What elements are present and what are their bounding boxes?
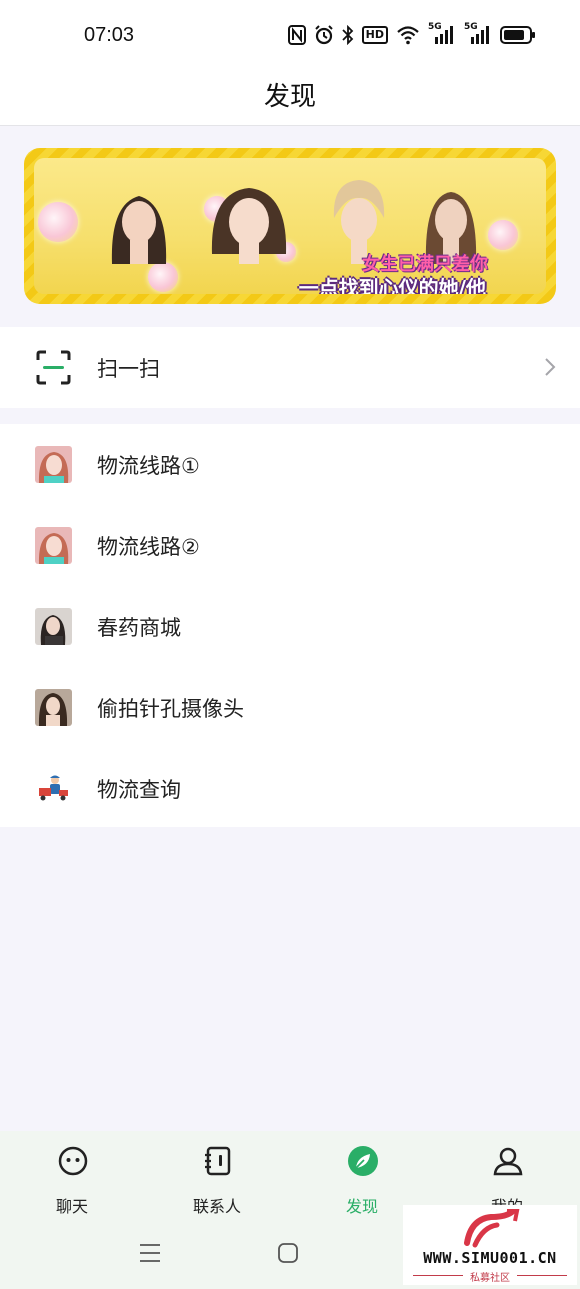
avatar-icon <box>35 608 72 645</box>
list-item[interactable]: 物流线路② <box>0 505 580 586</box>
page-title: 发现 <box>263 82 316 112</box>
banner-image: 女生已满只差你 一点找到心仪的她/他 <box>34 158 546 294</box>
5g-signal-icon: 5G <box>428 22 456 46</box>
list-item[interactable]: 春药商城 <box>0 586 580 667</box>
scan-label: 扫一扫 <box>97 356 160 381</box>
watermark: WWW.SIMU001.CN 私募社区 <box>403 1205 577 1285</box>
bubble-decoration <box>148 262 178 292</box>
list-item-label: 物流查询 <box>97 777 181 802</box>
banner-subline: 一点找到心仪的她/他 <box>298 276 486 294</box>
status-time: 07:03 <box>84 24 135 46</box>
hd-icon: HD <box>361 24 388 46</box>
bubble-decoration <box>38 202 78 242</box>
chat-icon <box>58 1146 88 1176</box>
list-item[interactable]: 偷拍针孔摄像头 <box>0 667 580 748</box>
tab-discover[interactable]: 发现 <box>307 1131 417 1221</box>
bubble-decoration <box>488 220 518 250</box>
battery-icon <box>500 24 536 46</box>
network-label: 5G <box>464 22 478 32</box>
nfc-icon <box>287 24 306 46</box>
portrait-image <box>111 196 167 264</box>
list-item-label: 春药商城 <box>97 615 181 640</box>
hd-label: HD <box>361 26 388 44</box>
avatar-icon <box>35 446 72 483</box>
portrait-image <box>211 188 287 264</box>
tab-label: 联系人 <box>192 1197 241 1216</box>
scan-section: 扫一扫 <box>0 327 580 408</box>
tab-label: 聊天 <box>55 1197 88 1216</box>
list-item[interactable]: 物流线路① <box>0 424 580 505</box>
scan-row[interactable]: 扫一扫 <box>0 327 580 408</box>
tab-chat[interactable]: 聊天 <box>17 1131 127 1221</box>
discover-list: 物流线路① 物流线路② 春药商城 偷拍针孔摄像头 物流查询 <box>0 424 580 827</box>
avatar-icon <box>35 689 72 726</box>
bluetooth-icon <box>342 24 354 46</box>
list-item-label: 物流线路② <box>97 534 200 559</box>
discover-icon <box>348 1146 378 1176</box>
5g-signal-icon: 5G <box>464 22 492 46</box>
scan-icon <box>35 349 72 386</box>
watermark-sub: 私募社区 <box>470 1273 510 1284</box>
list-item-label: 偷拍针孔摄像头 <box>97 696 244 721</box>
home-icon[interactable] <box>278 1243 298 1263</box>
tab-label: 发现 <box>345 1197 378 1216</box>
divider <box>517 1275 567 1276</box>
watermark-site: WWW.SIMU001.CN <box>423 1249 557 1267</box>
chevron-right-icon <box>545 358 556 376</box>
alarm-icon <box>314 24 334 46</box>
tab-contacts[interactable]: 联系人 <box>162 1131 272 1221</box>
list-item[interactable]: 物流查询 <box>0 748 580 829</box>
status-bar: 07:03 HD 5G 5G <box>0 0 580 70</box>
nav-bar: 发现 <box>0 70 580 126</box>
watermark-logo <box>464 1209 520 1248</box>
network-label: 5G <box>428 22 442 32</box>
promo-banner[interactable]: 女生已满只差你 一点找到心仪的她/他 <box>24 148 556 304</box>
delivery-icon <box>35 770 72 807</box>
list-item-label: 物流线路① <box>97 453 200 478</box>
contacts-icon <box>205 1146 231 1176</box>
menu-icon[interactable] <box>140 1243 160 1263</box>
avatar-icon <box>35 527 72 564</box>
status-icons: HD 5G 5G <box>287 22 536 46</box>
wifi-icon <box>396 24 420 46</box>
profile-icon <box>493 1147 523 1176</box>
